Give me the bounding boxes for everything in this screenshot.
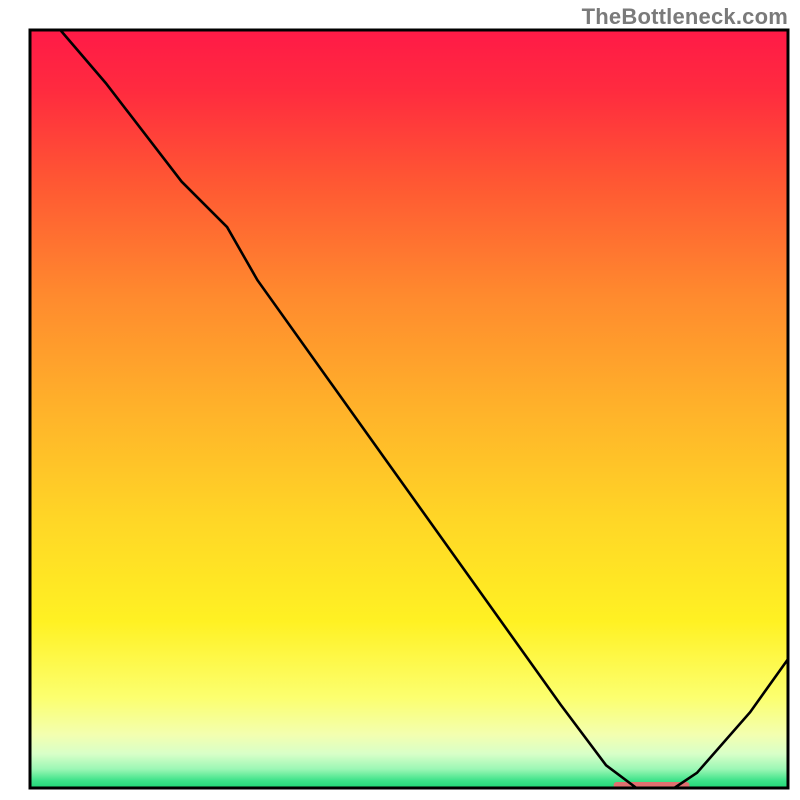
chart-svg — [0, 0, 800, 800]
plot-background — [30, 30, 788, 788]
chart-container: TheBottleneck.com — [0, 0, 800, 800]
